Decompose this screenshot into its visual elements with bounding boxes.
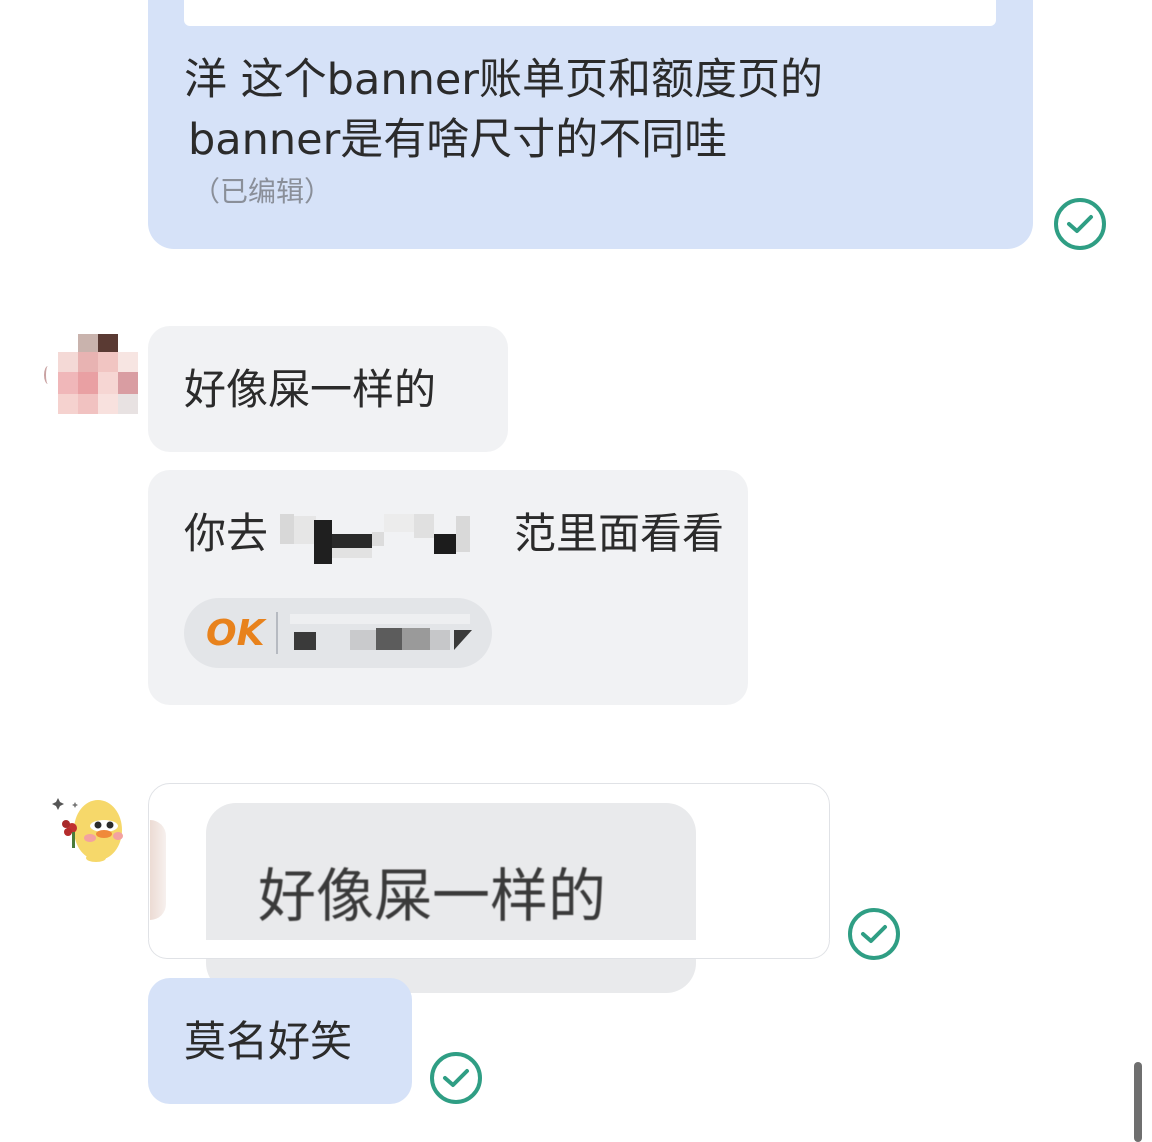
edited-label: （已编辑） [192,175,333,208]
reaction-divider [276,612,278,654]
avatar[interactable] [52,794,128,866]
read-check-icon [1054,198,1106,250]
read-check-icon [430,1052,482,1104]
read-check-icon [848,908,900,960]
ok-emoji-icon: OK [206,613,265,654]
image-edge-detail [150,820,166,920]
message-text-line: 洋 这个banner账单页和额度页的 [184,55,823,105]
scrollbar[interactable] [1134,1062,1142,1142]
quoted-image-preview[interactable] [184,0,996,26]
message-text: 好像屎一样的 [184,365,437,414]
message-text: 莫名好笑 [184,1017,353,1066]
redacted-reactor-names [286,608,482,658]
avatar-edge-mark [44,366,52,384]
avatar[interactable] [58,334,138,414]
message-text-line: banner是有啥尺寸的不同哇 [188,115,728,165]
image-frame-bottom [148,940,830,959]
screenshot-text: 好像屎一样的 [258,862,607,930]
redacted-text-mosaic [280,506,470,564]
